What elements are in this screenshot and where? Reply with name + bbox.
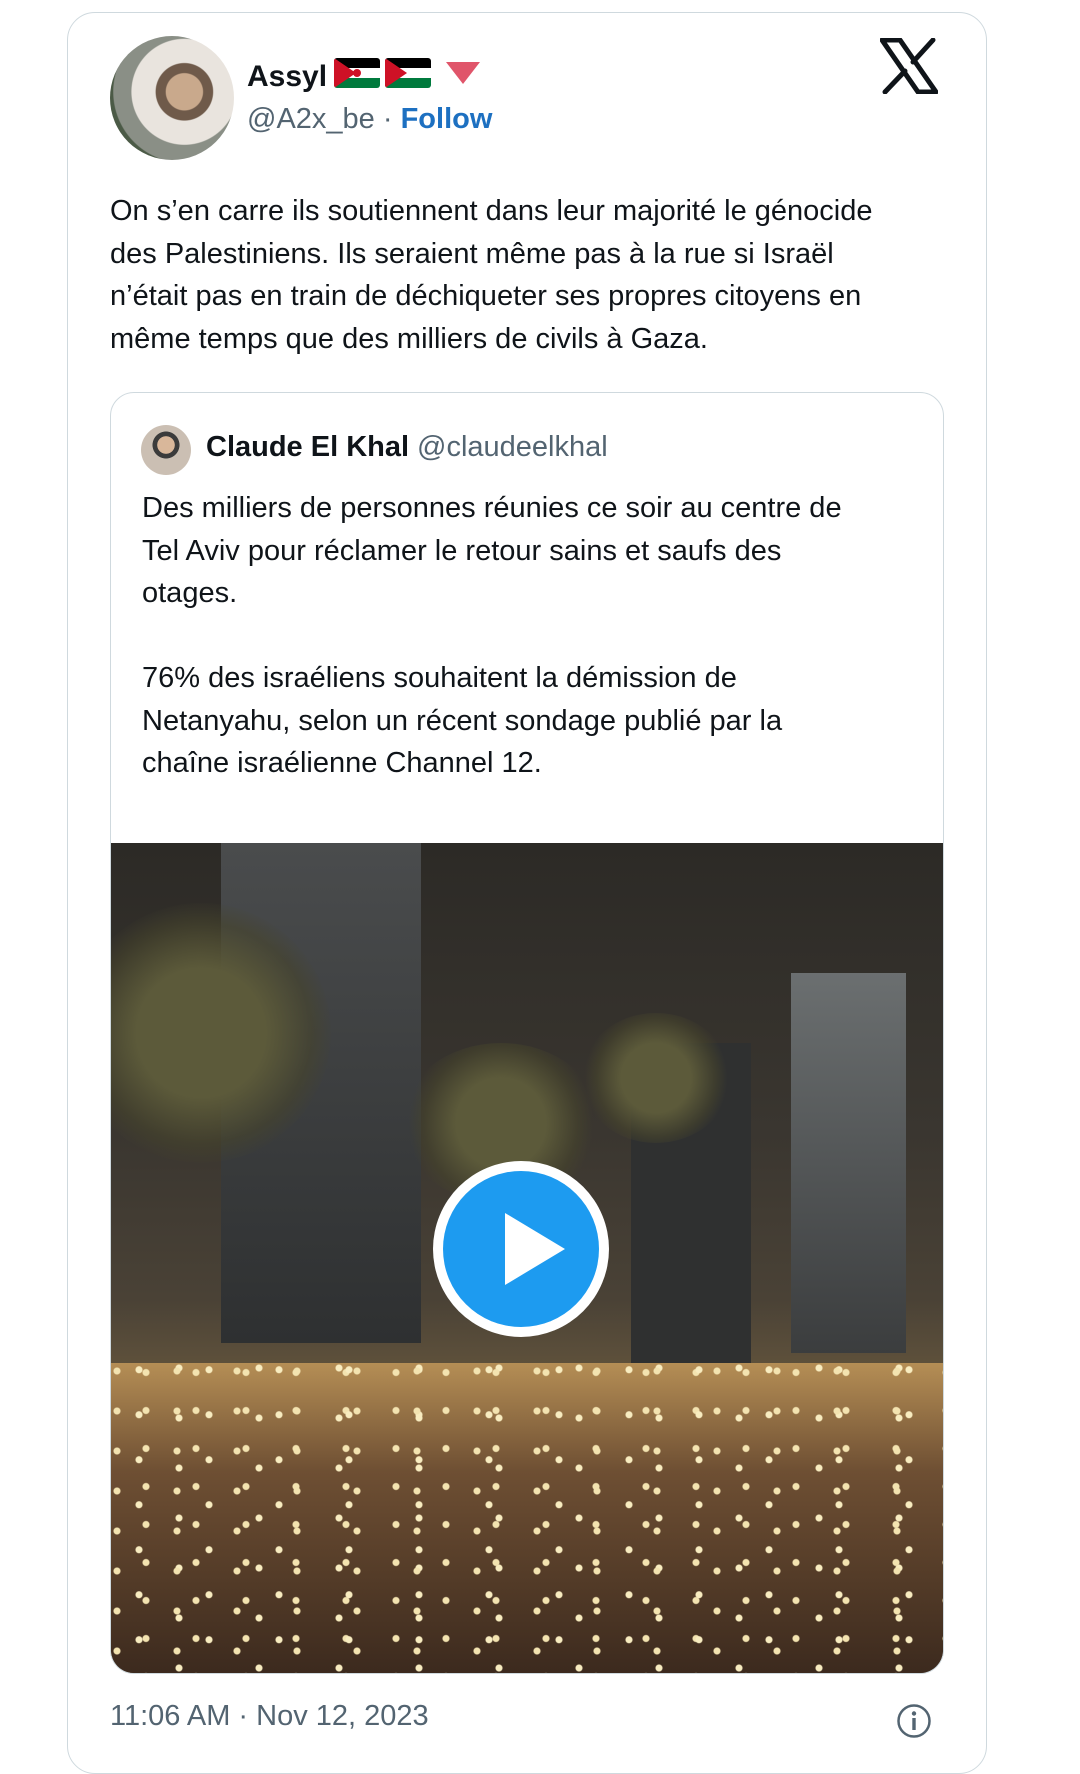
play-button[interactable] [433, 1161, 609, 1337]
quoted-author-name[interactable]: Claude El Khal [206, 431, 409, 464]
author-handle-line: @A2x_be · Follow [247, 103, 492, 136]
x-logo-icon[interactable] [880, 38, 938, 94]
building-shape [791, 973, 906, 1353]
follow-button[interactable]: Follow [401, 103, 493, 135]
author-display-name[interactable]: Assyl [247, 60, 327, 94]
palm-tree-shape [581, 1013, 731, 1143]
tweet-timestamp[interactable]: 11:06 AM · Nov 12, 2023 [110, 1700, 429, 1733]
palestine-flag-icon [385, 58, 431, 88]
quoted-author-handle[interactable]: @claudeelkhal [417, 431, 608, 464]
play-button-circle [443, 1171, 599, 1327]
play-icon [505, 1213, 565, 1285]
crowd-shape [111, 1363, 943, 1673]
handle-separator: · [382, 103, 393, 135]
video-thumbnail[interactable] [111, 843, 943, 1673]
author-avatar[interactable] [110, 36, 234, 160]
tweet-text: On s’en carre ils soutiennent dans leur … [110, 195, 873, 355]
quoted-author-avatar[interactable] [141, 425, 191, 475]
author-handle[interactable]: @A2x_be [247, 103, 375, 135]
red-heart-icon [446, 62, 480, 84]
quoted-tweet-text: Des milliers de personnes réunies ce soi… [142, 492, 842, 779]
quoted-tweet[interactable]: Claude El Khal @claudeelkhal Des millier… [110, 392, 944, 1674]
western-sahara-flag-icon [334, 58, 380, 88]
info-icon[interactable] [896, 1703, 932, 1739]
